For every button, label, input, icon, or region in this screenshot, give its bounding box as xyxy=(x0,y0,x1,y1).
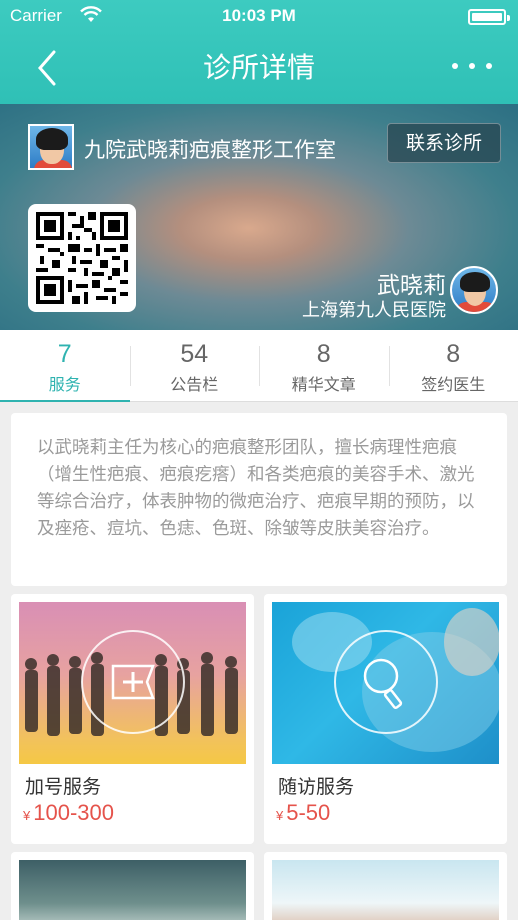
service-card[interactable]: 随访服务 ¥5-50 xyxy=(264,594,507,844)
tab-label: 精华文章 xyxy=(291,375,356,394)
tab-label: 公告栏 xyxy=(170,375,219,394)
clinic-description: 以武晓莉主任为核心的疤痕整形团队，擅长病理性疤痕（增生性疤痕、疤痕疙瘩）和各类疤… xyxy=(11,413,507,586)
service-name: 加号服务 xyxy=(25,776,102,798)
service-card[interactable] xyxy=(11,852,254,920)
battery-icon xyxy=(468,9,510,25)
service-image xyxy=(19,860,246,920)
plus-flag-icon xyxy=(81,630,185,734)
tab-label: 服务 xyxy=(48,375,81,394)
clinic-hero: 九院武晓莉疤痕整形工作室 联系诊所 武晓莉 上海第九人民医院 xyxy=(0,104,518,330)
tab-count: 7 xyxy=(57,340,72,368)
clock: 10:03 PM xyxy=(222,6,296,25)
clinic-avatar xyxy=(28,124,74,170)
tab-services[interactable]: 7 服务 xyxy=(0,330,130,402)
qr-code[interactable] xyxy=(28,204,136,312)
clinic-tabs: 7 服务 54 公告栏 8 精华文章 8 签约医生 xyxy=(0,330,518,402)
service-name: 随访服务 xyxy=(278,776,355,798)
service-card[interactable] xyxy=(264,852,507,920)
more-menu-icon[interactable] xyxy=(452,58,492,74)
hospital-name: 上海第九人民医院 xyxy=(302,300,446,321)
magnifier-icon xyxy=(334,630,438,734)
service-image xyxy=(272,860,499,920)
tab-articles[interactable]: 8 精华文章 xyxy=(259,330,389,401)
tab-count: 8 xyxy=(316,340,331,368)
contact-clinic-button[interactable]: 联系诊所 xyxy=(387,123,501,163)
tab-label: 签约医生 xyxy=(421,375,486,394)
tab-count: 8 xyxy=(446,340,461,368)
page-title: 诊所详情 xyxy=(202,51,315,84)
service-price: ¥100-300 xyxy=(23,800,114,825)
tab-doctors[interactable]: 8 签约医生 xyxy=(388,330,518,401)
clinic-name: 九院武晓莉疤痕整形工作室 xyxy=(84,138,336,162)
service-image xyxy=(272,602,499,764)
service-price: ¥5-50 xyxy=(276,800,331,825)
tab-count: 54 xyxy=(180,340,209,368)
doctor-avatar[interactable] xyxy=(450,266,498,314)
status-bar: Carrier 10:03 PM xyxy=(0,0,518,34)
service-image xyxy=(19,602,246,764)
service-card[interactable]: 加号服务 ¥100-300 xyxy=(11,594,254,844)
tab-bulletin[interactable]: 54 公告栏 xyxy=(129,330,260,401)
top-bar: Carrier 10:03 PM 诊所详情 xyxy=(0,0,518,104)
doctor-name: 武晓莉 xyxy=(377,273,446,299)
